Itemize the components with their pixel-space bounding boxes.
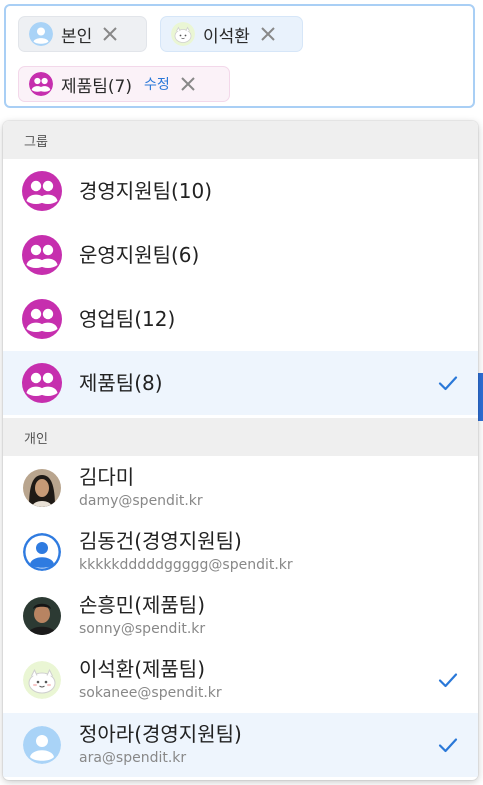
person-email: ara@spendit.kr bbox=[79, 750, 187, 766]
group-label: 운영지원팀(6) bbox=[79, 243, 200, 267]
user-avatar-icon bbox=[29, 22, 53, 46]
section-header-people: 개인 bbox=[3, 418, 478, 456]
group-avatar-icon bbox=[22, 299, 62, 339]
chip-label: 본인 bbox=[61, 26, 93, 47]
group-avatar-icon bbox=[22, 171, 62, 211]
person-email: kkkkkdddddggggg@spendit.kr bbox=[79, 557, 293, 573]
chip-person: 이석환 bbox=[160, 16, 303, 52]
group-label: 영업팀(12) bbox=[79, 307, 176, 331]
group-option[interactable]: 경영지원팀(10) bbox=[3, 159, 478, 223]
character-avatar-icon bbox=[23, 661, 61, 699]
character-avatar-icon bbox=[171, 22, 195, 46]
check-icon bbox=[438, 673, 458, 688]
user-avatar-icon bbox=[23, 533, 61, 571]
group-option[interactable]: 운영지원팀(6) bbox=[3, 223, 478, 287]
chip-group: 제품팀(7) 수정 bbox=[18, 66, 230, 102]
group-avatar-icon bbox=[22, 363, 62, 403]
group-label: 경영지원팀(10) bbox=[79, 179, 213, 203]
group-option-selected[interactable]: 제품팀(8) bbox=[3, 351, 478, 415]
edit-link[interactable]: 수정 bbox=[144, 74, 170, 94]
person-option-selected[interactable]: 이석환(제품팀) sokanee@spendit.kr bbox=[3, 648, 478, 712]
chip-label: 이석환 bbox=[203, 26, 250, 47]
avatar-photo bbox=[23, 469, 61, 507]
chip-label: 제품팀(7) bbox=[61, 76, 133, 97]
person-email: sonny@spendit.kr bbox=[79, 621, 206, 637]
check-icon bbox=[438, 376, 458, 391]
selected-chips-input[interactable]: 본인 이석환 제품팀(7) 수정 bbox=[4, 4, 475, 108]
remove-icon[interactable] bbox=[101, 25, 119, 43]
avatar-photo bbox=[23, 597, 61, 635]
person-name: 김다미 bbox=[79, 465, 135, 489]
section-header-groups: 그룹 bbox=[3, 121, 478, 159]
group-avatar-icon bbox=[29, 72, 53, 96]
group-option[interactable]: 영업팀(12) bbox=[3, 287, 478, 351]
chip-self: 본인 bbox=[18, 16, 147, 52]
group-label: 제품팀(8) bbox=[79, 371, 163, 395]
user-avatar-icon bbox=[23, 726, 61, 764]
person-option[interactable]: 김다미 damy@spendit.kr bbox=[3, 456, 478, 520]
person-option[interactable]: 김동건(경영지원팀) kkkkkdddddggggg@spendit.kr bbox=[3, 520, 478, 584]
person-name: 이석환(제품팀) bbox=[79, 657, 206, 681]
person-email: sokanee@spendit.kr bbox=[79, 685, 222, 701]
remove-icon[interactable] bbox=[179, 75, 197, 93]
person-email: damy@spendit.kr bbox=[79, 493, 203, 509]
person-name: 손흥민(제품팀) bbox=[79, 593, 206, 617]
remove-icon[interactable] bbox=[259, 25, 277, 43]
person-option[interactable]: 손흥민(제품팀) sonny@spendit.kr bbox=[3, 584, 478, 648]
check-icon bbox=[438, 738, 458, 753]
group-avatar-icon bbox=[22, 235, 62, 275]
person-name: 김동건(경영지원팀) bbox=[79, 529, 242, 553]
person-option-selected[interactable]: 정아라(경영지원팀) ara@spendit.kr bbox=[3, 713, 478, 777]
dropdown-menu: 그룹 경영지원팀(10) 운영지원팀(6) 영업팀(12) 제품팀(8) 개인 … bbox=[3, 121, 478, 780]
person-name: 정아라(경영지원팀) bbox=[79, 722, 242, 746]
